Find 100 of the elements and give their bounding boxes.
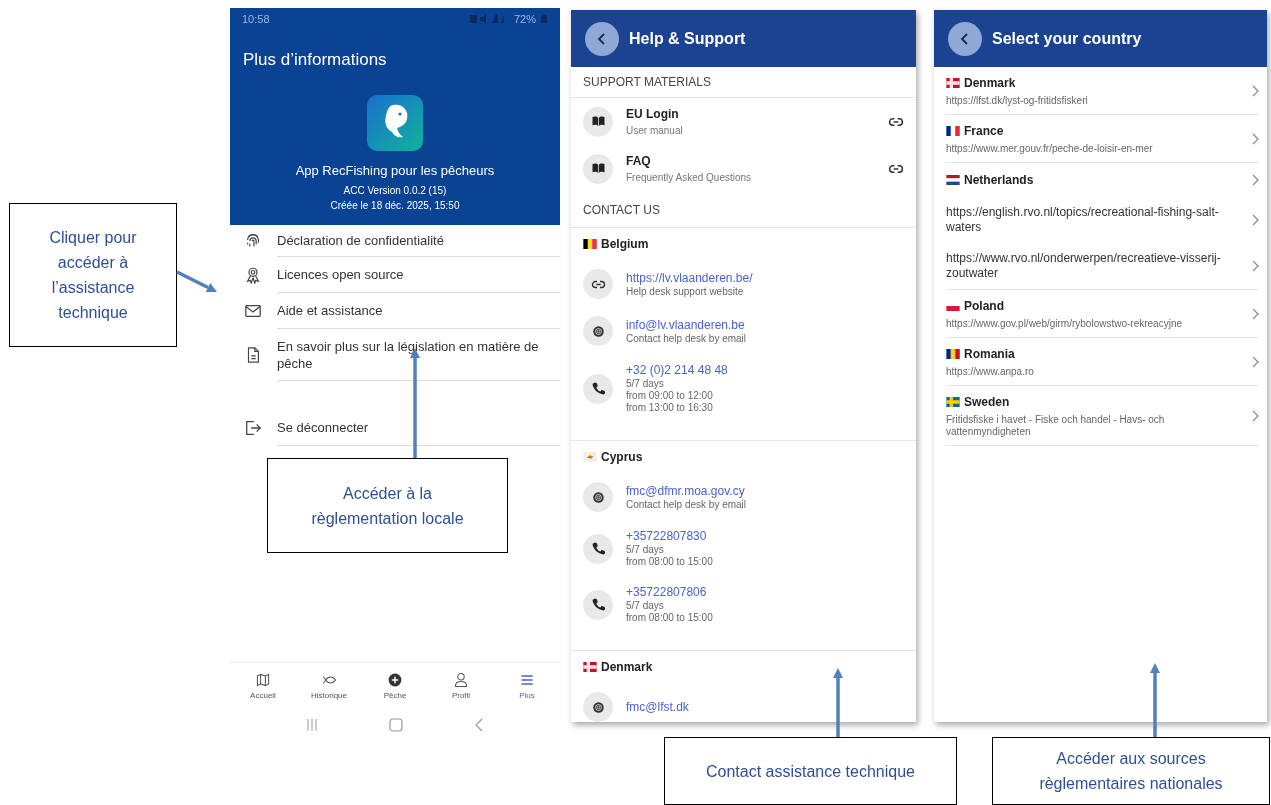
nav-tab[interactable]: Accueil (233, 671, 293, 702)
contact-link[interactable]: info@lv.vlaanderen.be (626, 317, 747, 333)
contact-link[interactable]: https://lv.vlaanderen.be/ (626, 270, 753, 286)
build-date: Créée le 18 déc. 2025, 15:50 (329, 199, 461, 213)
map-icon (255, 671, 271, 688)
menu-item[interactable]: Déclaration de confidentialité (277, 232, 460, 249)
contact-detail: 5/7 days (626, 600, 665, 612)
phone-icon (590, 597, 606, 612)
country-url: https://lfst.dk/lyst-og-fritidsfiskeri (946, 95, 1089, 107)
callout-text: Accéder à la règlementation locale (310, 483, 465, 529)
status-time: 10:58 (242, 11, 270, 27)
nav-tab[interactable]: Pêche (365, 671, 425, 702)
country-url: https://www.mer.gouv.fr/peche-de-loisir-en-mer (946, 143, 1154, 155)
country-name: Netherlands (964, 172, 1034, 189)
menu-item[interactable]: En savoir plus sur la législation en matière de pêche (277, 337, 560, 372)
book-icon (590, 161, 606, 176)
app-logo-icon (367, 94, 423, 151)
contact-detail: from 08:00 to 15:00 (626, 612, 713, 624)
country-row[interactable]: Sweden Fritidsfiske i havet - Fiske och handel - Havs- och vattenmyndigheten (946, 386, 1259, 446)
chevron-right-icon (1251, 307, 1259, 320)
list-item[interactable]: EU Login User manual (571, 98, 916, 145)
country-url: https://www.rvo.nl/onderwerpen/recreatieve-visserij-zoutwater (946, 251, 1222, 281)
recent-apps-icon (305, 718, 318, 732)
nav-tab[interactable]: Historique (299, 671, 359, 702)
back-icon (474, 718, 485, 732)
menu-item[interactable]: Se déconnecter (277, 419, 385, 436)
country-name: Denmark (601, 659, 653, 676)
chevron-left-icon (959, 31, 971, 46)
envelope-icon (244, 302, 262, 320)
chevron-right-icon (1251, 132, 1259, 145)
section-heading: CONTACT US (571, 192, 916, 228)
battery-icon (540, 14, 548, 24)
url-row[interactable]: https://www.rvo.nl/onderwerpen/recreatieve-visserij-zoutwater (946, 243, 1259, 289)
screen-title: Plus d’informations (242, 49, 388, 71)
country-name: Romania (964, 346, 1015, 363)
contact-detail: 5/7 days (626, 378, 665, 390)
award-ribbon-icon (244, 266, 262, 284)
person-icon (453, 671, 469, 688)
contact-detail: 5/7 days (626, 544, 665, 556)
contact-detail: from 08:00 to 15:00 (626, 556, 713, 568)
callout-text: Accéder aux sources règlementaires nationales (1038, 749, 1224, 794)
chevron-right-icon (1251, 355, 1259, 368)
contact-detail: from 09:00 to 12:00 (626, 390, 714, 402)
contact-detail: Help desk support website (626, 285, 745, 298)
at-sign-icon (590, 489, 606, 505)
item-title: EU Login (626, 106, 680, 123)
book-icon (590, 114, 606, 129)
back-button[interactable] (585, 21, 619, 56)
chevron-left-icon (596, 31, 608, 46)
country-name: Denmark (964, 75, 1016, 92)
country-row[interactable]: Denmark https://lfst.dk/lyst-og-fritidsfiskeri (946, 67, 1259, 115)
callout-text: Contact assistance technique (706, 761, 915, 782)
screen-title: Help & Support (629, 28, 746, 49)
country-url: https://english.rvo.nl/topics/recreational-fishing-salt-waters (946, 205, 1220, 235)
app-name: App RecFishing pour les pêcheurs (294, 161, 496, 180)
country-url: Fritidsfiske i havet - Fiske och handel - Havs- och vattenmyndigheten (946, 414, 1166, 438)
back-button[interactable] (948, 21, 982, 56)
phone-icon (590, 381, 606, 396)
contact-link[interactable]: fmc@lfst.dk (626, 699, 689, 715)
at-sign-icon (590, 699, 606, 715)
chevron-right-icon (1251, 174, 1259, 186)
nav-tab[interactable]: Profil (431, 671, 491, 702)
item-title: FAQ (626, 153, 652, 170)
list-item[interactable]: FAQ Frequently Asked Questions (571, 145, 916, 192)
country-name: Poland (964, 298, 1004, 315)
country-row[interactable]: Romania https://www.anpa.ro (946, 338, 1259, 386)
at-sign-icon (590, 323, 606, 339)
contact-link[interactable]: +35722807806 (626, 585, 713, 600)
contact-link[interactable]: +35722807830 (626, 529, 713, 544)
contact-link[interactable]: fmc@dfmr.moa.gov.cy (626, 483, 747, 499)
country-row[interactable]: Poland https://www.gov.pl/web/girm/rybolowstwo-rekreacyjne (946, 290, 1259, 338)
add-circle-icon (387, 671, 403, 688)
country-url: https://www.anpa.ro (946, 366, 1035, 378)
chevron-right-icon (1251, 260, 1259, 272)
country-row[interactable]: France https://www.mer.gouv.fr/peche-de-loisir-en-mer (946, 115, 1259, 163)
item-subtitle: User manual (626, 124, 684, 138)
country-name: Cyprus (601, 449, 643, 466)
menu-item[interactable]: Licences open source (277, 266, 420, 283)
item-subtitle: Frequently Asked Questions (626, 171, 753, 185)
contact-detail: Contact help desk by email (626, 498, 747, 511)
menu-item[interactable]: Aide et assistance (277, 302, 399, 319)
contact-detail: from 13:00 to 16:30 (626, 402, 714, 414)
battery-percent: 72% (513, 11, 536, 27)
screen-title: Select your country (992, 28, 1142, 49)
chevron-right-icon (1251, 84, 1259, 97)
country-name: Belgium (601, 236, 649, 253)
country-name: Sweden (964, 394, 1010, 411)
url-row[interactable]: https://english.rvo.nl/topics/recreational-fishing-salt-waters (946, 197, 1259, 243)
phone-icon (590, 541, 606, 556)
version-text: ACC Version 0.0.2 (15) (342, 184, 448, 198)
logout-icon (244, 419, 262, 437)
callout-text: Cliquer pour accéder à l’assistance technique (48, 228, 138, 323)
country-row[interactable]: Netherlands (946, 163, 1259, 197)
chevron-right-icon (1251, 214, 1259, 226)
country-name: France (964, 123, 1004, 140)
chevron-right-icon (1251, 409, 1259, 422)
nav-tab[interactable]: Plus (497, 671, 557, 702)
contact-link[interactable]: +32 (0)2 214 48 48 (626, 363, 728, 378)
country-url: https://www.gov.pl/web/girm/rybolowstwo-rekreacyjne (946, 318, 1183, 330)
section-heading: SUPPORT MATERIALS (571, 67, 916, 98)
